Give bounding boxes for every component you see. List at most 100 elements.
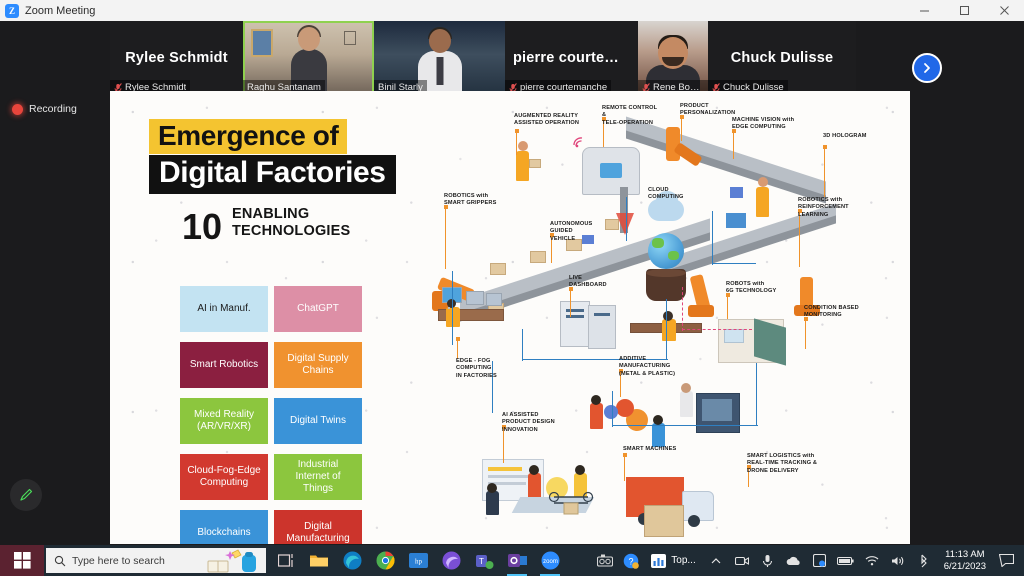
windows-logo-icon <box>13 552 31 569</box>
edge-dev-icon <box>442 551 460 570</box>
tech-box-0: AI in Manuf. <box>180 286 268 332</box>
worker-ar-carried-box <box>529 159 541 168</box>
tie-decor <box>436 57 443 85</box>
dashboard-monitor <box>486 293 502 306</box>
worker-gears-body <box>590 403 603 429</box>
clock-time: 11:13 AM <box>945 548 985 560</box>
tray-onedrive-icon[interactable] <box>782 545 806 576</box>
taskbar-app-zoom[interactable]: zoom <box>534 545 566 576</box>
taskbar-app-outlook[interactable] <box>501 545 533 576</box>
tech-box-3: Digital Supply Chains <box>274 342 362 388</box>
taskbar-app-microsoft-edge[interactable] <box>336 545 368 576</box>
worker-smart-machines-head <box>653 415 663 425</box>
zoom-logo-icon: Z <box>5 3 19 18</box>
gear-icon <box>604 405 618 419</box>
digital-factory-illustration: AUGMENTED REALITY ASSISTED OPERATION REM… <box>430 91 910 544</box>
tray-wifi-icon[interactable] <box>860 545 884 576</box>
tray-recorder-icon[interactable] <box>593 545 617 576</box>
callout-label-9: LIVE DASHBOARD <box>569 275 607 289</box>
dashboard-monitor <box>466 291 484 305</box>
callout-label-1: REMOTE CONTROL & TELE-OPERATION <box>602 105 658 126</box>
taskbar-app-file-explorer[interactable] <box>303 545 335 576</box>
callout-stem <box>514 129 520 155</box>
participant-tile-1[interactable]: Raghu Santanam <box>243 21 374 95</box>
callout-label-3: MACHINE VISION with EDGE COMPUTING <box>732 117 795 131</box>
tray-microphone-icon[interactable] <box>756 545 780 576</box>
tray-topic-item[interactable]: Top... <box>645 553 701 568</box>
participant-display-name: pierre courtem... <box>513 50 631 66</box>
participant-tile-2[interactable]: Binil Starly <box>374 21 505 95</box>
wall-picture-decor <box>251 29 273 57</box>
microsoft-teams-icon: T <box>475 554 493 569</box>
tray-help-icon[interactable]: ? <box>619 545 643 576</box>
gear-icon <box>616 399 634 417</box>
package-box <box>490 263 506 275</box>
designer-body <box>528 473 541 499</box>
callout-stem <box>455 337 461 359</box>
tray-photos-icon[interactable] <box>808 545 832 576</box>
tech-label: Smart Robotics <box>189 359 259 371</box>
tech-box-1: ChatGPT <box>274 286 362 332</box>
search-doodle-icon <box>207 549 256 573</box>
participant-tile-4[interactable]: Rene Boudreaux <box>638 21 708 95</box>
start-button[interactable] <box>0 545 44 576</box>
tray-volume-icon[interactable] <box>886 545 910 576</box>
callout-label-6: CLOUD COMPUTING <box>648 187 684 201</box>
designer-head <box>575 465 585 475</box>
file-explorer-icon <box>310 555 328 567</box>
callout-stem <box>679 115 685 141</box>
tech-label: Digital Twins <box>290 415 346 427</box>
head-shape <box>297 27 320 51</box>
close-icon[interactable] <box>984 0 1024 21</box>
outlook-icon <box>507 554 527 567</box>
shipping-crate <box>644 505 684 537</box>
tray-show-hidden-icons[interactable] <box>704 545 728 576</box>
taskbar-app-microsoft-teams[interactable]: T <box>468 545 500 576</box>
tech-label: ChatGPT <box>297 303 339 315</box>
rack-led <box>566 315 584 318</box>
maximize-icon[interactable] <box>944 0 984 21</box>
slide-subtitle-line-2: TECHNOLOGIES <box>232 223 351 240</box>
worker-hologram-body <box>756 187 769 217</box>
callout-label-7: ROBOTICS with REINFORCEMENT LEARNING <box>798 197 849 218</box>
shared-screen-slide[interactable]: Emergence of Digital Factories 10 ENABLI… <box>110 91 910 544</box>
participant-tile-3[interactable]: pierre courtem... pierre courtemanche <box>505 21 638 95</box>
participant-tile-0[interactable]: Rylee Schmidt Rylee Schmidt <box>110 21 243 95</box>
participant-tile-5[interactable]: Chuck Dulisse Chuck Dulisse <box>708 21 856 95</box>
tech-label: Mixed Reality (AR/VR/XR) <box>193 409 255 432</box>
tray-camera-icon[interactable] <box>730 545 754 576</box>
head-shape <box>428 29 451 53</box>
network-wire <box>626 197 628 241</box>
globe-landmass <box>668 251 679 260</box>
worker-smart-machines-body <box>652 423 665 447</box>
tech-label: Industrial Internet of Things <box>295 459 341 494</box>
search-icon <box>54 555 66 566</box>
slide-title-line-1: Emergence of <box>149 119 348 155</box>
delivery-drone-icon <box>548 491 594 515</box>
tech-label: Blockchains <box>197 527 251 539</box>
search-input[interactable]: Type here to search <box>46 548 266 573</box>
engineer-head <box>663 311 673 321</box>
network-wire <box>712 263 756 265</box>
whiteboard-line <box>488 467 522 471</box>
worker-ar-head <box>518 141 528 151</box>
taskbar-clock[interactable]: 11:13 AM 6/21/2023 <box>938 549 992 573</box>
annotate-pen-button[interactable] <box>10 479 42 511</box>
participant-filmstrip: Rylee Schmidt Rylee Schmidt Raghu Santan… <box>110 21 910 95</box>
designer-body <box>486 491 499 515</box>
window-title-bar: Z Zoom Meeting <box>0 0 1024 21</box>
action-center-button[interactable] <box>994 545 1018 576</box>
slide-title-line-2: Digital Factories <box>149 155 396 194</box>
tray-battery-icon[interactable] <box>834 545 858 576</box>
taskbar-app-google-chrome[interactable] <box>369 545 401 576</box>
tray-bluetooth-icon[interactable] <box>912 545 936 576</box>
taskbar-app-hp[interactable]: hp <box>402 545 434 576</box>
minimize-icon[interactable] <box>904 0 944 21</box>
tech-label: Cloud-Fog-Edge Computing <box>187 465 261 488</box>
next-participants-button[interactable] <box>912 53 942 83</box>
task-view-button[interactable] <box>270 545 302 576</box>
spray-cone <box>616 213 634 235</box>
package-box <box>530 251 546 263</box>
taskbar-app-edge-dev[interactable] <box>435 545 467 576</box>
hp-app-icon: hp <box>408 553 428 568</box>
